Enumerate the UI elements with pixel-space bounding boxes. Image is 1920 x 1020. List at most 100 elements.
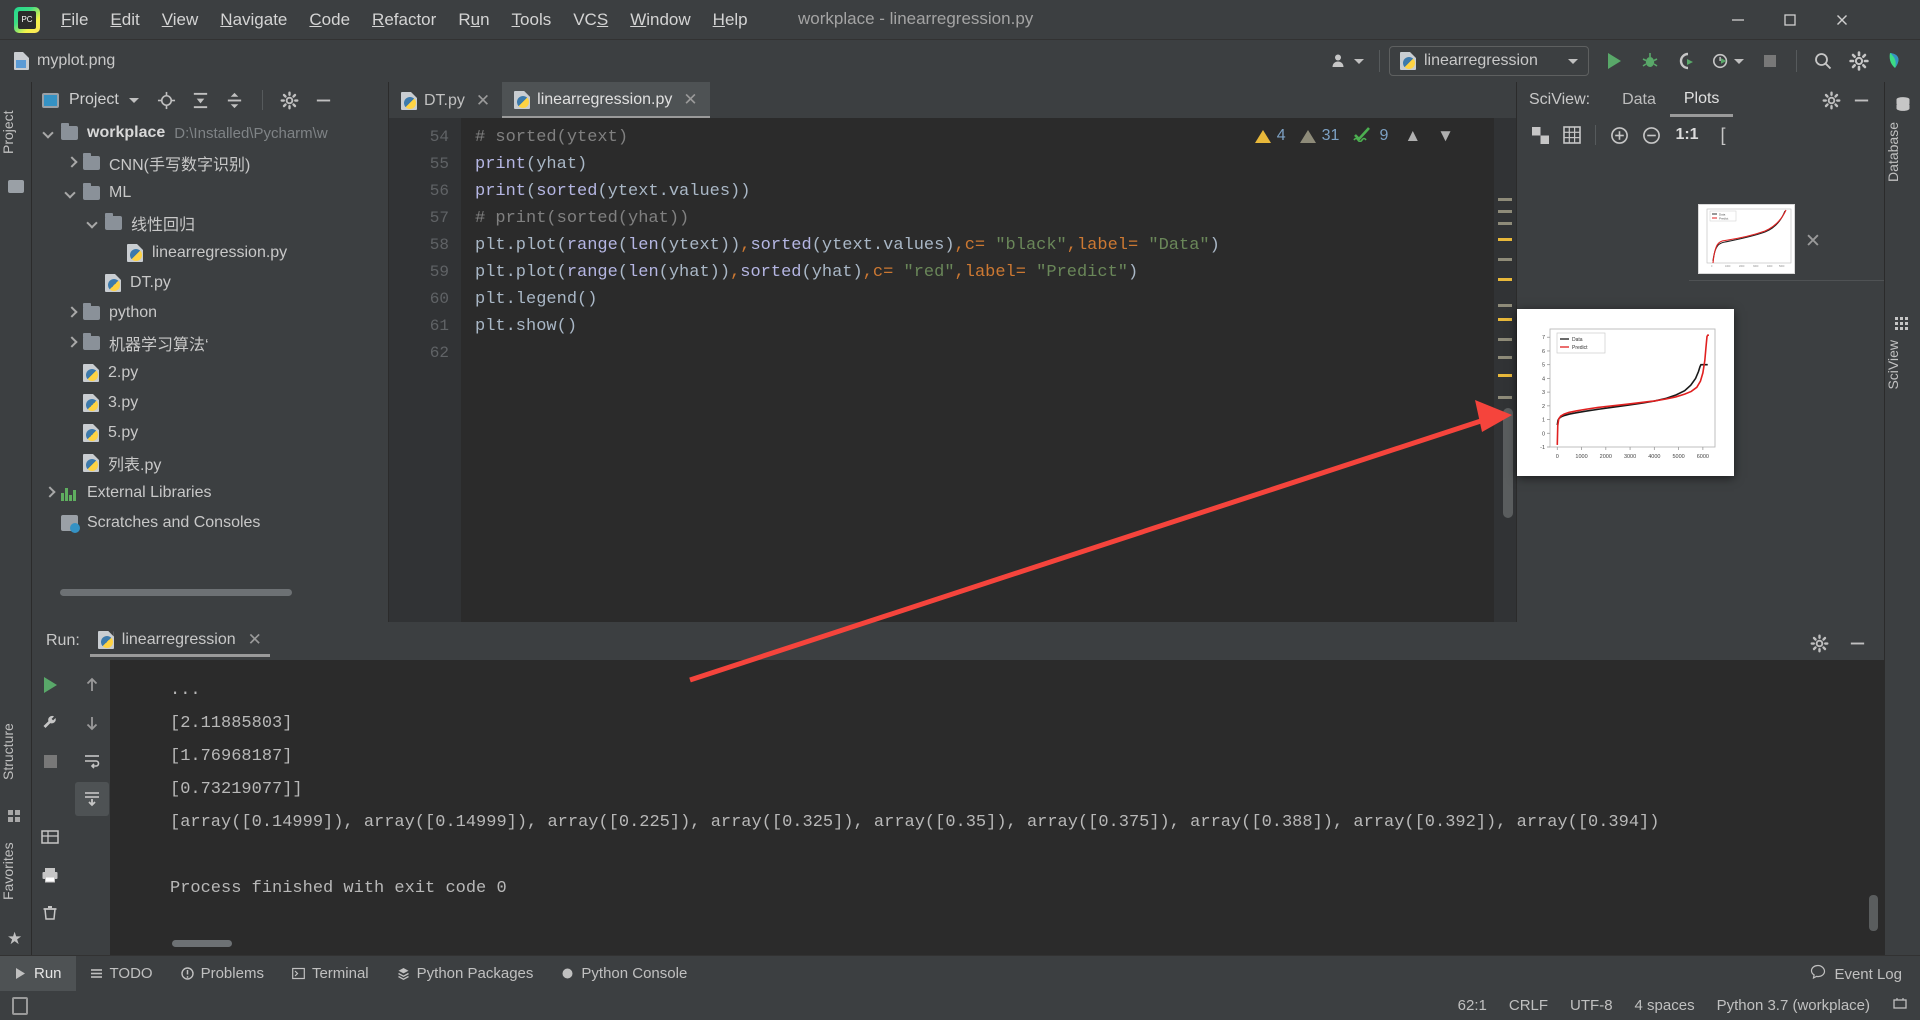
tool-window-python-console[interactable]: Python Console [547, 956, 701, 992]
window-close-button[interactable] [1816, 0, 1868, 40]
run-with-coverage-button[interactable] [1669, 45, 1703, 77]
sidebar-tab-structure[interactable]: Structure [0, 702, 32, 802]
collapse-all-button[interactable] [223, 88, 247, 112]
tree-item[interactable]: 列表.py [32, 448, 389, 478]
user-dropdown-icon[interactable] [1324, 45, 1370, 77]
close-icon[interactable]: ✕ [683, 90, 697, 110]
window-maximize-button[interactable] [1764, 0, 1816, 40]
tree-item[interactable]: 2.py [32, 358, 389, 388]
tool-window-python-packages[interactable]: Python Packages [383, 956, 548, 992]
bracket-icon[interactable]: [ [1710, 122, 1736, 148]
run-tab[interactable]: linearregression ✕ [89, 626, 270, 657]
project-tree-horizontal-scrollbar[interactable] [60, 589, 292, 596]
console-horizontal-scrollbar[interactable] [172, 940, 232, 947]
close-icon[interactable]: ✕ [1805, 230, 1821, 253]
chevron-right-icon[interactable] [64, 156, 78, 170]
profile-button[interactable] [1705, 45, 1751, 77]
debug-button[interactable] [1633, 45, 1667, 77]
editor-scrollbar[interactable] [1494, 118, 1516, 622]
wrench-button[interactable] [33, 706, 67, 740]
editor-tab-dt-py[interactable]: DT.py ✕ [389, 82, 502, 118]
memory-icon[interactable] [1892, 996, 1908, 1016]
zoom-out-icon[interactable] [1638, 122, 1664, 148]
menu-item-view[interactable]: View [151, 7, 210, 33]
expand-all-button[interactable] [189, 88, 213, 112]
minimize-icon[interactable] [1840, 626, 1874, 660]
tree-item[interactable]: CNN(手写数字识别) [32, 148, 389, 178]
update-icon[interactable] [1878, 45, 1912, 77]
line-separator[interactable]: CRLF [1509, 997, 1548, 1014]
sidebar-tab-sciview[interactable]: SciView [1885, 312, 1920, 398]
editor-scroll-thumb[interactable] [1503, 408, 1513, 518]
gear-icon[interactable] [1802, 626, 1836, 660]
transparency-icon[interactable] [1527, 122, 1553, 148]
tree-item[interactable]: workplace D:\Installed\Pycharm\w [32, 118, 389, 148]
tree-item[interactable]: python [32, 298, 389, 328]
gear-icon[interactable] [1842, 45, 1876, 77]
search-icon[interactable] [1806, 45, 1840, 77]
code-editor[interactable]: # sorted(ytext) print(yhat) print(sorted(y… [461, 118, 1491, 622]
zoom-in-icon[interactable] [1606, 122, 1632, 148]
tool-window-todo[interactable]: TODO [76, 956, 167, 992]
caret-position[interactable]: 62:1 [1458, 997, 1487, 1014]
tree-item[interactable]: DT.py [32, 268, 389, 298]
tree-item[interactable]: linearregression.py [32, 238, 389, 268]
lock-icon[interactable] [12, 996, 28, 1015]
plot-preview-popup[interactable]: 0 1000 2000 3000 4000 5000 6000 -1 0 1 2 3 4 5 6 7 Dat… [1517, 309, 1734, 476]
chevron-down-icon[interactable] [42, 126, 56, 140]
plot-thumbnail[interactable]: Data Predict 0 1000 2000 3000 4000 5000 [1698, 204, 1795, 274]
scroll-down-button[interactable] [75, 706, 109, 740]
menu-item-window[interactable]: Window [619, 7, 701, 33]
tool-window-terminal[interactable]: Terminal [278, 956, 383, 992]
sidebar-tab-project[interactable]: Project [0, 90, 32, 174]
menu-item-refactor[interactable]: Refactor [361, 7, 447, 33]
gear-icon[interactable] [1818, 87, 1844, 113]
rerun-button[interactable] [33, 668, 67, 702]
grid-icon[interactable] [1559, 122, 1585, 148]
scroll-to-end-button[interactable] [75, 782, 109, 816]
chevron-down-icon[interactable] [86, 216, 100, 230]
inspection-widget[interactable]: 4 31 9 ▲ ▼ [1254, 122, 1454, 150]
tool-window-run[interactable]: Run [0, 955, 76, 992]
sidebar-tab-favorites[interactable]: Favorites [0, 822, 32, 920]
menu-item-help[interactable]: Help [702, 7, 759, 33]
close-icon[interactable]: ✕ [476, 91, 490, 111]
scroll-from-source-button[interactable] [155, 88, 179, 112]
tree-item[interactable]: External Libraries [32, 478, 389, 508]
menu-item-file[interactable]: File [50, 7, 99, 33]
window-minimize-button[interactable] [1712, 0, 1764, 40]
run-console-output[interactable]: ... [2.11885803] [1.76968187] [0.73219077]]… [110, 660, 1884, 955]
run-button[interactable] [1597, 45, 1631, 77]
run-configuration-selector[interactable]: linearregression [1389, 46, 1589, 76]
clear-all-button[interactable] [33, 896, 67, 930]
soft-wrap-button[interactable] [75, 744, 109, 778]
console-vertical-scrollbar[interactable] [1869, 895, 1878, 931]
menu-item-edit[interactable]: Edit [99, 7, 150, 33]
chevron-right-icon[interactable] [64, 336, 78, 350]
close-icon[interactable]: ✕ [248, 630, 262, 650]
chevron-right-icon[interactable] [42, 486, 56, 500]
chevron-down-icon[interactable] [64, 186, 78, 200]
breadcrumb[interactable]: myplot.png [14, 52, 115, 70]
indent-setting[interactable]: 4 spaces [1635, 997, 1695, 1014]
menu-item-navigate[interactable]: Navigate [209, 7, 298, 33]
tree-item[interactable]: ML [32, 178, 389, 208]
tree-item[interactable]: 线性回归 [32, 208, 389, 238]
sidebar-tab-database[interactable]: Database [1885, 92, 1920, 190]
previous-problem-button[interactable]: ▲ [1404, 126, 1421, 146]
tab-plots[interactable]: Plots [1669, 84, 1734, 117]
hide-panel-button[interactable] [312, 88, 336, 112]
print-button[interactable] [33, 858, 67, 892]
menu-item-run[interactable]: Run [447, 7, 500, 33]
tree-item[interactable]: 机器学习算法‘ [32, 328, 389, 358]
event-log-button[interactable]: Event Log [1810, 956, 1902, 992]
tool-window-problems[interactable]: Problems [167, 956, 278, 992]
scroll-up-button[interactable] [75, 668, 109, 702]
menu-item-code[interactable]: Code [298, 7, 361, 33]
next-problem-button[interactable]: ▼ [1437, 126, 1454, 146]
menu-item-vcs[interactable]: VCS [562, 7, 619, 33]
actual-size-button[interactable]: 1:1 [1670, 122, 1704, 148]
tree-item[interactable]: Scratches and Consoles [32, 508, 389, 538]
stop-button[interactable] [1753, 45, 1787, 77]
minimize-icon[interactable] [1848, 87, 1874, 113]
